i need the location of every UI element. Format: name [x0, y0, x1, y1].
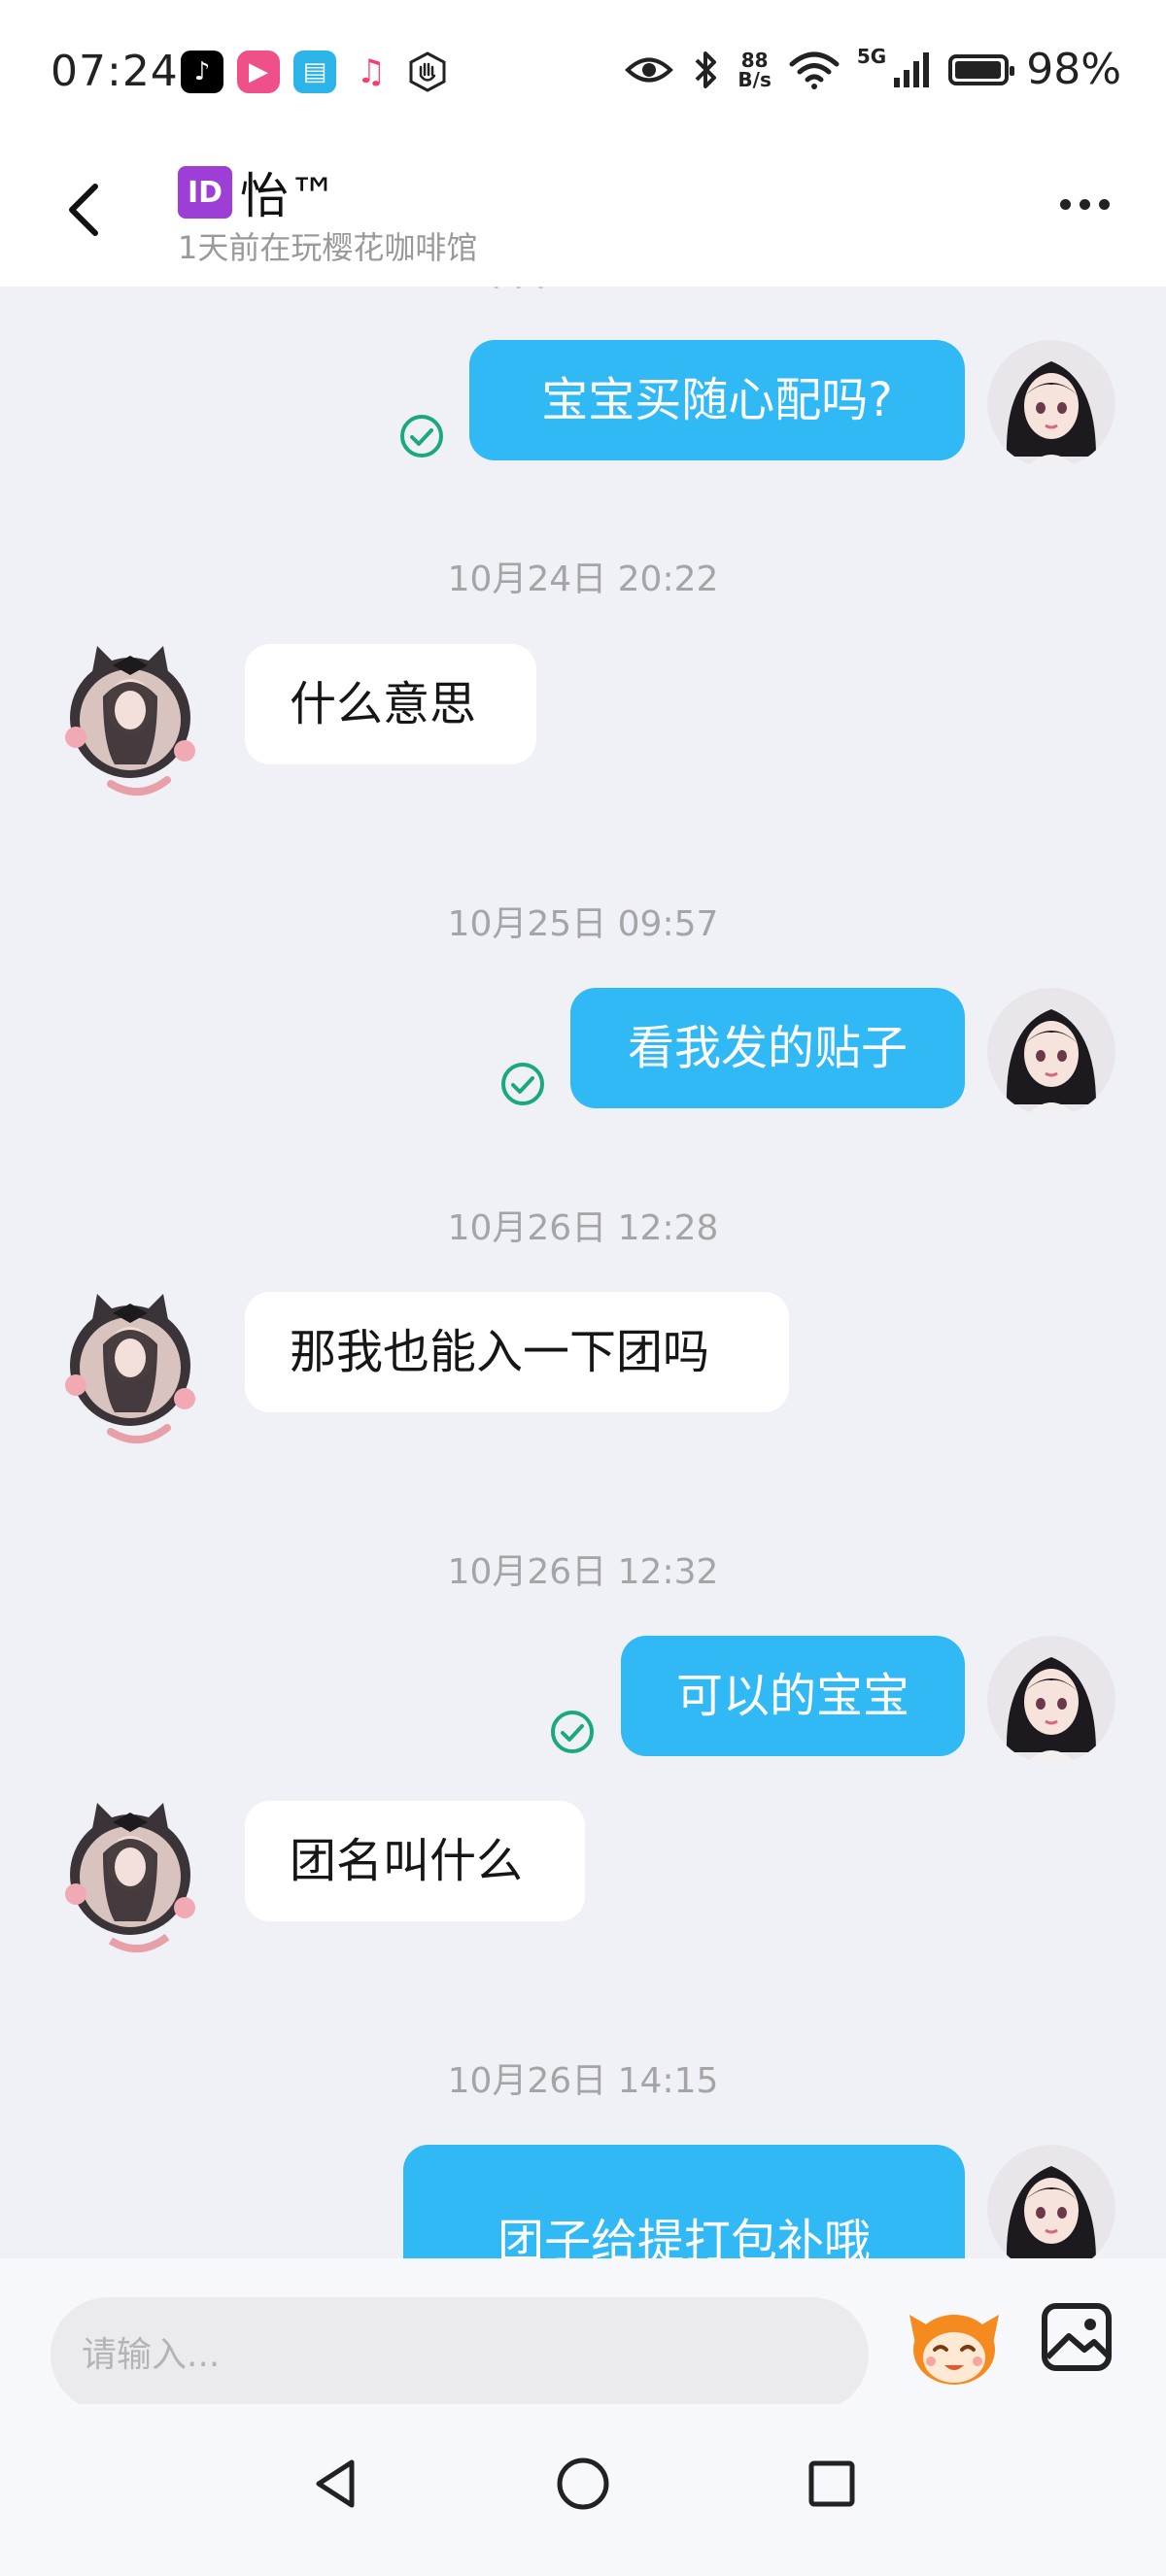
image-picker-button[interactable]: [1040, 2301, 1114, 2373]
signal-icon: [894, 51, 930, 87]
music-icon: ♫: [356, 52, 387, 91]
emoji-button[interactable]: [906, 2295, 1003, 2392]
net-speed-unit: B/s: [737, 67, 772, 91]
message-bubble-incoming[interactable]: 团名叫什么: [245, 1801, 585, 1921]
message-bubble-outgoing[interactable]: 团子给提打包补哦: [403, 2145, 965, 2258]
nav-back-button[interactable]: [307, 2455, 365, 2513]
id-badge-icon: ID: [178, 166, 232, 219]
network-type: 5G: [856, 44, 887, 68]
battery-icon: [948, 53, 1015, 85]
circle-home-icon: [557, 2457, 609, 2510]
wifi-icon: [789, 51, 840, 89]
read-check-icon: [549, 1709, 596, 1755]
video-icon: ▶: [237, 51, 280, 93]
read-check-icon: [499, 1061, 546, 1107]
my-avatar[interactable]: [987, 340, 1115, 468]
system-status: 88 B/s 5G 98%: [625, 45, 1121, 94]
message-timestamp: 10月26日 14:15: [447, 2061, 719, 2101]
contact-avatar[interactable]: [52, 638, 208, 803]
more-options-button[interactable]: [1060, 199, 1110, 210]
contact-name: 怡™: [240, 168, 337, 224]
contact-title[interactable]: ID 怡™: [178, 157, 337, 227]
status-bar: 07:24 ♪ ▶ ▤ ♫ 88 B/s 5G 98%: [0, 0, 1166, 146]
partially-hidden-timestamp: · · ·: [491, 287, 547, 307]
book-icon: ▤: [293, 51, 336, 93]
chevron-left-icon: [69, 184, 98, 236]
status-time: 07:24: [51, 47, 179, 96]
message-timestamp: 10月26日 12:28: [447, 1208, 719, 1248]
dot-icon: [1099, 199, 1110, 210]
contact-avatar[interactable]: [52, 1795, 208, 1960]
battery-level: [955, 60, 1002, 79]
mascot-emoji-icon: [909, 2315, 999, 2385]
system-navigation-bar: [0, 2404, 1166, 2576]
battery-percent: 98%: [1026, 45, 1121, 94]
bluetooth-icon: [695, 51, 717, 88]
message-bubble-outgoing[interactable]: 宝宝买随心配吗?: [469, 340, 965, 460]
message-input[interactable]: [51, 2297, 869, 2412]
hexagon-hand-icon: [406, 51, 449, 93]
net-speed-value: 88: [740, 48, 769, 72]
dot-icon: [1060, 199, 1071, 210]
image-icon: [1042, 2303, 1112, 2371]
message-timestamp: 10月26日 12:32: [447, 1552, 719, 1592]
message-bubble-incoming[interactable]: 那我也能入一下团吗: [245, 1292, 789, 1412]
nav-recents-button[interactable]: [803, 2455, 861, 2513]
eye-icon: [625, 57, 674, 82]
read-check-icon: [398, 413, 445, 459]
my-avatar[interactable]: [987, 2145, 1115, 2258]
message-bubble-incoming[interactable]: 什么意思: [245, 644, 536, 764]
chat-screen: 07:24 ♪ ▶ ▤ ♫ 88 B/s 5G 98% ID 怡™ 1天前在玩樱…: [0, 0, 1166, 2576]
input-bar: [0, 2258, 1166, 2412]
my-avatar[interactable]: [987, 988, 1115, 1116]
dot-icon: [1080, 199, 1090, 210]
my-avatar[interactable]: [987, 1636, 1115, 1764]
tiktok-icon: ♪: [181, 51, 223, 93]
message-timestamp: 10月24日 20:22: [447, 559, 719, 599]
back-button[interactable]: [56, 175, 115, 245]
message-bubble-outgoing[interactable]: 可以的宝宝: [621, 1636, 965, 1756]
square-recents-icon: [808, 2460, 855, 2507]
triangle-back-icon: [316, 2459, 355, 2508]
nav-home-button[interactable]: [554, 2455, 612, 2513]
message-list[interactable]: · · · 宝宝买随心配吗? 10月24日 20:22 什么意思 10月25日 …: [0, 287, 1166, 2258]
contact-activity: 1天前在玩樱花咖啡馆: [178, 229, 478, 266]
message-bubble-outgoing[interactable]: 看我发的贴子: [570, 988, 965, 1108]
network-speed: 88 B/s: [737, 51, 771, 89]
notification-icons: ♪ ▶ ▤ ♫: [181, 51, 449, 93]
contact-avatar[interactable]: [52, 1286, 208, 1451]
message-timestamp: 10月25日 09:57: [447, 904, 719, 944]
chat-header: ID 怡™ 1天前在玩樱花咖啡馆: [0, 146, 1166, 287]
